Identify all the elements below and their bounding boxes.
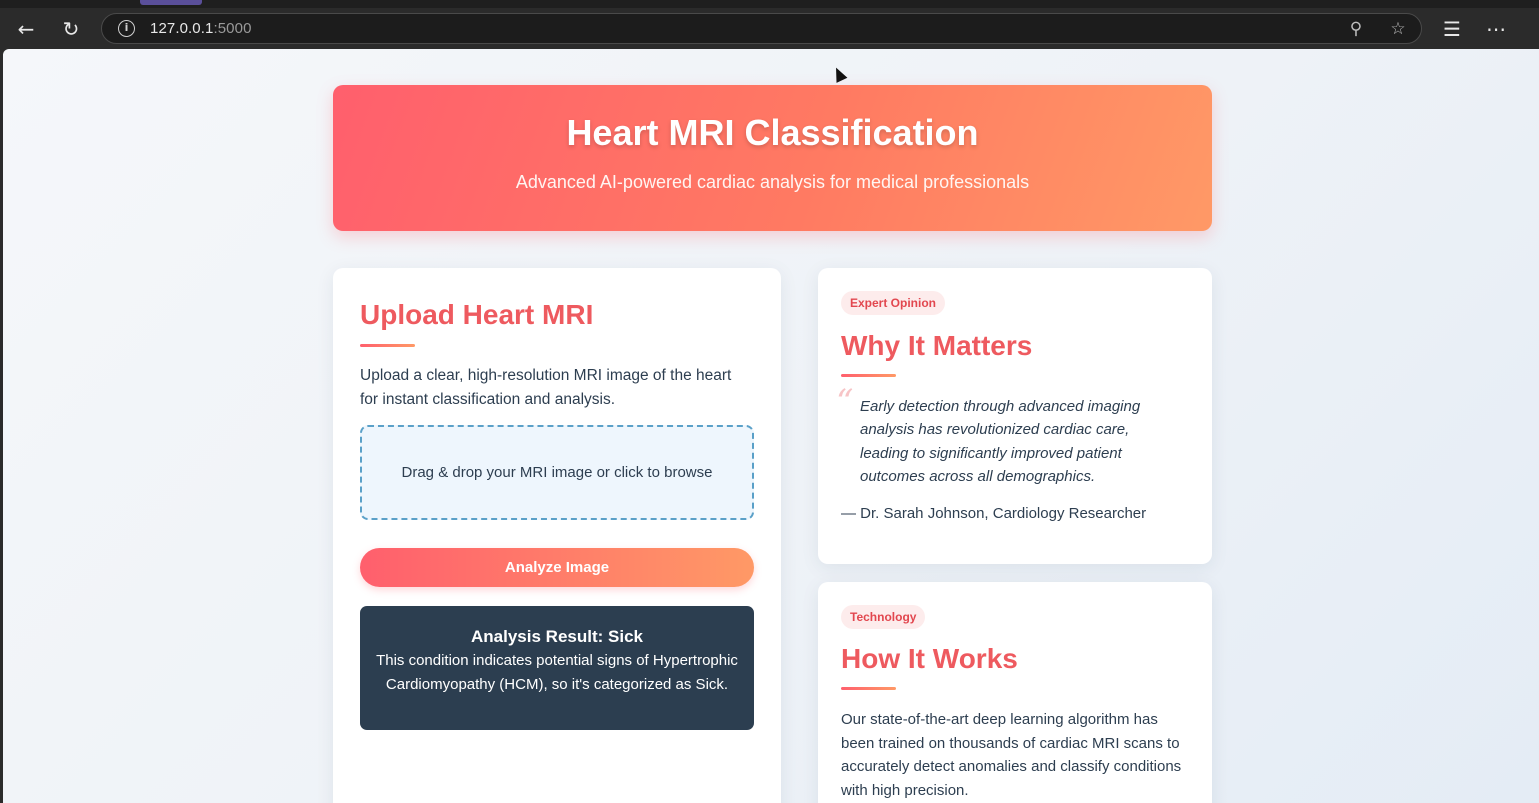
how-description: Our state-of-the-art deep learning algor… — [841, 711, 1182, 799]
back-icon[interactable]: ← — [9, 12, 43, 46]
title-underline — [841, 374, 896, 377]
url-port: :5000 — [213, 20, 252, 37]
hero-banner: Heart MRI Classification Advanced AI-pow… — [333, 85, 1212, 231]
quote-mark-icon: “ — [836, 382, 854, 422]
technology-badge: Technology — [841, 605, 926, 629]
address-bar[interactable]: i 127.0.0.1:5000 ⚲ ☆ — [101, 13, 1422, 44]
upload-description: Upload a clear, high-resolution MRI imag… — [360, 367, 732, 408]
title-underline — [360, 344, 415, 347]
tab-strip — [0, 0, 1539, 8]
result-title: Analysis Result: Sick — [471, 627, 643, 646]
star-icon[interactable]: ☆ — [1386, 17, 1410, 41]
favorites-icon[interactable]: ☰ — [1435, 12, 1469, 46]
why-it-matters-card: Expert Opinion Why It Matters “ Early de… — [818, 268, 1212, 564]
page-viewport: Heart MRI Classification Advanced AI-pow… — [3, 49, 1539, 803]
page-subtitle: Advanced AI-powered cardiac analysis for… — [515, 172, 1030, 192]
url-text[interactable]: 127.0.0.1:5000 — [150, 20, 252, 37]
info-icon[interactable]: i — [118, 20, 135, 37]
result-body: This condition indicates potential signs… — [376, 652, 738, 693]
more-icon[interactable]: ⋯ — [1479, 12, 1513, 46]
mouse-cursor-icon — [830, 65, 848, 83]
how-it-works-card: Technology How It Works Our state-of-the… — [818, 582, 1212, 803]
url-host: 127.0.0.1 — [150, 20, 214, 37]
why-title: Why It Matters — [841, 330, 1033, 361]
quote-author: — Dr. Sarah Johnson, Cardiology Research… — [841, 505, 1147, 522]
how-title: How It Works — [841, 643, 1018, 674]
file-dropzone[interactable]: Drag & drop your MRI image or click to b… — [360, 425, 754, 520]
page-title: Heart MRI Classification — [566, 112, 979, 153]
dropzone-text: Drag & drop your MRI image or click to b… — [401, 464, 713, 481]
expert-quote: Early detection through advanced imaging… — [860, 398, 1141, 485]
title-underline — [841, 687, 896, 690]
analysis-result-box: Analysis Result: Sick This condition ind… — [360, 606, 754, 730]
refresh-icon[interactable]: ↻ — [54, 12, 88, 46]
upload-title: Upload Heart MRI — [360, 299, 594, 330]
expert-opinion-badge: Expert Opinion — [841, 291, 946, 315]
upload-card: Upload Heart MRI Upload a clear, high-re… — [333, 268, 781, 803]
zoom-icon[interactable]: ⚲ — [1344, 17, 1368, 41]
active-tab-indicator[interactable] — [140, 0, 202, 5]
analyze-image-button[interactable]: Analyze Image — [360, 548, 754, 587]
browser-toolbar: ← ↻ i 127.0.0.1:5000 ⚲ ☆ ☰ ⋯ — [0, 8, 1539, 49]
